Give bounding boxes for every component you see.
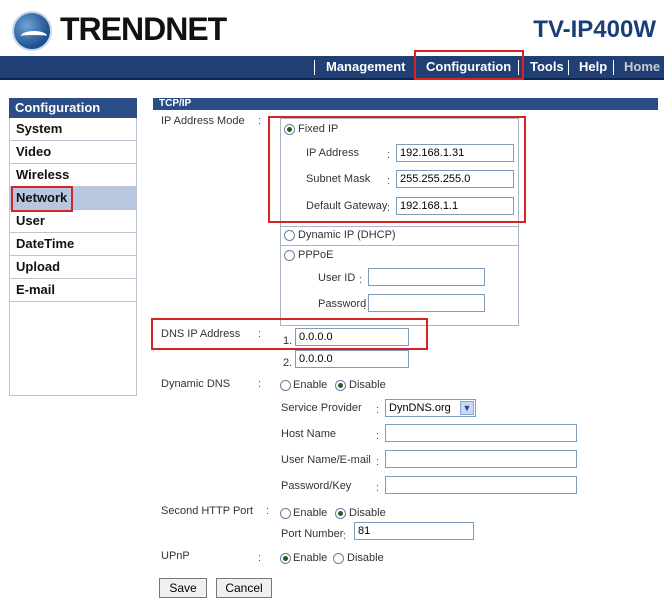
cancel-button[interactable]: Cancel — [216, 578, 272, 598]
ddns-password-label: Password/Key — [281, 480, 352, 492]
sidebar-item-wireless[interactable]: Wireless — [9, 164, 137, 187]
http-disable-radio[interactable] — [335, 508, 346, 519]
userid-input[interactable] — [368, 268, 485, 286]
dhcp-label: Dynamic IP (DHCP) — [298, 229, 396, 241]
ip-address-label: IP Address — [306, 147, 359, 159]
nav-tools[interactable]: Tools — [530, 56, 564, 78]
port-number-input[interactable]: 81 — [354, 522, 474, 540]
sidebar-item-user[interactable]: User — [9, 210, 137, 233]
sidebar-item-network[interactable]: Network — [9, 187, 137, 210]
pppoe-password-label: Password — [318, 298, 367, 310]
sidebar-item-datetime[interactable]: DateTime — [9, 233, 137, 256]
dns1-index: 1. — [283, 335, 293, 347]
subnet-mask-label: Subnet Mask — [306, 173, 371, 185]
sidebar-title: Configuration — [9, 98, 137, 118]
nav-configuration[interactable]: Configuration — [426, 56, 511, 78]
sidebar-filler — [9, 302, 137, 396]
subnet-mask-input[interactable]: 255.255.255.0 — [396, 170, 514, 188]
dns2-index: 2. — [283, 357, 293, 369]
trendnet-globe-icon — [12, 11, 52, 51]
upnp-enable-label: Enable — [293, 552, 328, 564]
dhcp-radio[interactable] — [284, 230, 295, 241]
brand-logo: TRENDNET — [12, 8, 227, 54]
section-title: TCP/IP — [153, 98, 658, 110]
model-name: TV-IP400W — [533, 16, 656, 43]
http-disable-label: Disable — [349, 507, 386, 519]
ddns-user-label: User Name/E-mail — [281, 454, 371, 466]
gateway-input[interactable]: 192.168.1.1 — [396, 197, 514, 215]
ddns-enable-radio[interactable] — [280, 380, 291, 391]
pppoe-label: PPPoE — [298, 249, 334, 261]
service-provider-label: Service Provider — [281, 402, 362, 414]
nav-home[interactable]: Home — [624, 56, 660, 78]
service-provider-value: DynDNS.org — [389, 402, 451, 414]
port-number-label: Port Number — [281, 528, 344, 540]
upnp-label: UPnP — [161, 550, 190, 562]
ddns-disable-label: Disable — [349, 379, 386, 391]
sidebar: Configuration System Video Wireless Netw… — [9, 98, 137, 396]
upnp-enable-radio[interactable] — [280, 553, 291, 564]
second-http-label: Second HTTP Port — [161, 505, 254, 517]
sidebar-item-upload[interactable]: Upload — [9, 256, 137, 279]
sidebar-item-video[interactable]: Video — [9, 141, 137, 164]
userid-label: User ID — [318, 272, 356, 284]
http-enable-label: Enable — [293, 507, 328, 519]
ddns-label: Dynamic DNS — [161, 378, 231, 390]
ddns-disable-radio[interactable] — [335, 380, 346, 391]
ddns-password-input[interactable] — [385, 476, 577, 494]
top-nav: Management Configuration Tools Help Home — [0, 56, 664, 80]
nav-help[interactable]: Help — [579, 56, 607, 78]
save-button[interactable]: Save — [159, 578, 207, 598]
sidebar-item-email[interactable]: E-mail — [9, 279, 137, 302]
ip-address-input[interactable]: 192.168.1.31 — [396, 144, 514, 162]
fixed-ip-radio[interactable] — [284, 124, 295, 135]
pppoe-radio[interactable] — [284, 250, 295, 261]
dns-label: DNS IP Address — [161, 328, 241, 340]
service-provider-select[interactable]: DynDNS.org ▼ — [385, 399, 476, 417]
logo-text: TRENDNET — [60, 11, 227, 47]
http-enable-radio[interactable] — [280, 508, 291, 519]
upnp-disable-label: Disable — [347, 552, 384, 564]
sidebar-item-system[interactable]: System — [9, 118, 137, 141]
fixed-ip-label: Fixed IP — [298, 123, 339, 135]
host-name-input[interactable] — [385, 424, 577, 442]
upnp-disable-radio[interactable] — [333, 553, 344, 564]
pppoe-password-input[interactable] — [368, 294, 485, 312]
nav-management[interactable]: Management — [326, 56, 405, 78]
chevron-down-icon[interactable]: ▼ — [460, 401, 474, 415]
ddns-enable-label: Enable — [293, 379, 328, 391]
host-name-label: Host Name — [281, 428, 337, 440]
gateway-label: Default Gateway — [306, 200, 388, 212]
dns2-input[interactable]: 0.0.0.0 — [295, 350, 409, 368]
dns1-input[interactable]: 0.0.0.0 — [295, 328, 409, 346]
ip-mode-label: IP Address Mode — [161, 115, 245, 127]
ddns-user-input[interactable] — [385, 450, 577, 468]
